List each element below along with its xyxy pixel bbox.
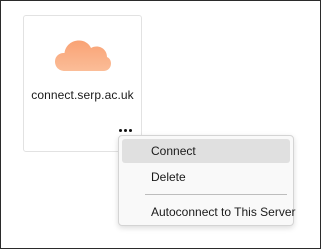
menu-separator (145, 194, 287, 195)
window-frame: connect.serp.ac.uk Connect Delete Autoco… (0, 0, 321, 249)
menu-item-autoconnect[interactable]: Autoconnect to This Server (122, 200, 296, 224)
server-card[interactable]: connect.serp.ac.uk (23, 15, 142, 152)
more-dot (128, 128, 132, 132)
cloud-icon (55, 40, 111, 71)
menu-item-connect[interactable]: Connect (122, 139, 290, 163)
context-menu: Connect Delete Autoconnect to This Serve… (118, 135, 296, 226)
more-dot (123, 128, 127, 132)
more-dots-icon (118, 128, 122, 132)
server-name: connect.serp.ac.uk (31, 88, 134, 102)
menu-item-delete[interactable]: Delete (122, 165, 290, 189)
